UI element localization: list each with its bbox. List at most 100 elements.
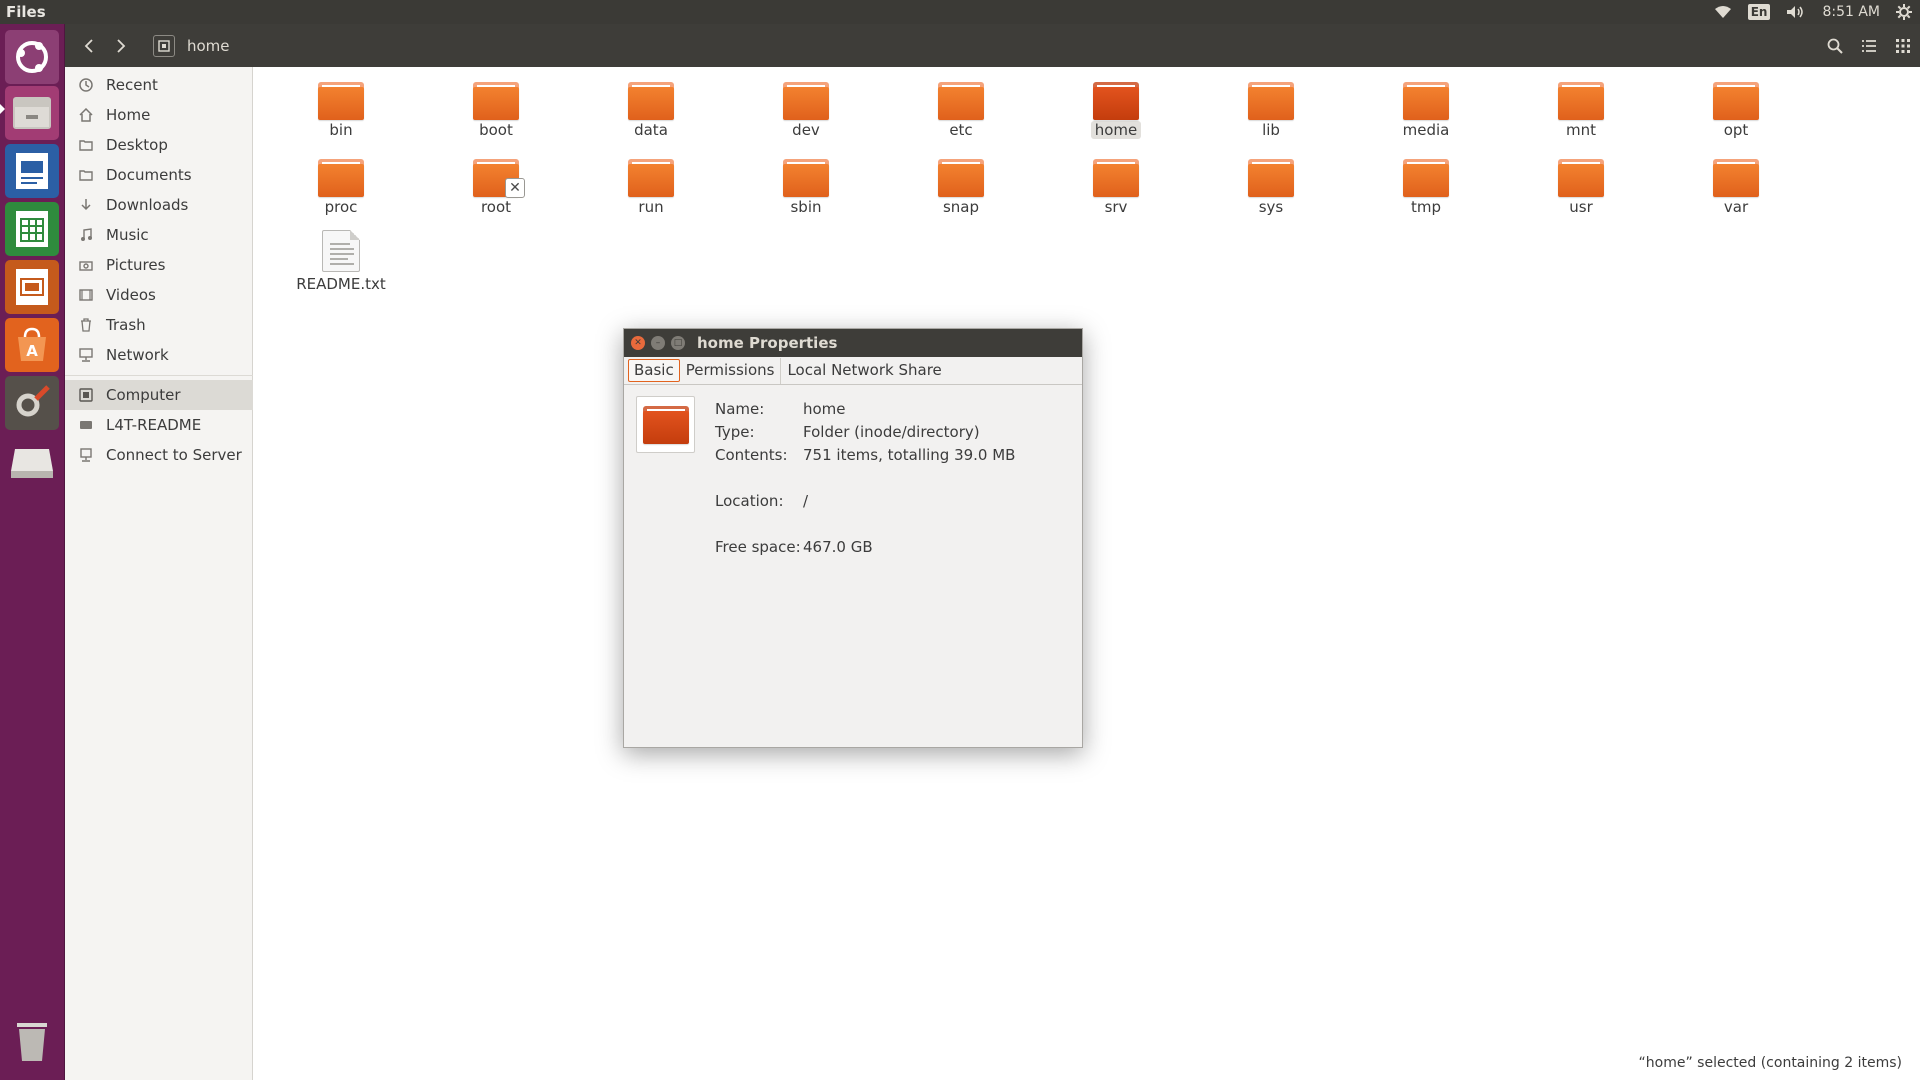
path-root-icon[interactable] [153, 34, 175, 57]
prop-type-row: Type: Folder (inode/directory) [715, 423, 980, 441]
folder-icon [1713, 82, 1759, 120]
path-segment-home[interactable]: home [187, 37, 230, 55]
sidebar-item-documents[interactable]: Documents [65, 160, 253, 190]
folder-item-var[interactable]: var [1676, 144, 1796, 216]
wifi-icon[interactable] [1706, 0, 1740, 24]
tab-basic[interactable]: Basic [628, 359, 680, 382]
folder-icon [1403, 159, 1449, 197]
folder-item-srv[interactable]: srv [1056, 144, 1176, 216]
system-menu-icon[interactable] [1888, 0, 1920, 24]
header-bar: home [65, 24, 1920, 67]
folder-item-bin[interactable]: bin [281, 67, 401, 139]
keyboard-language-icon[interactable]: En [1740, 0, 1779, 24]
sidebar-item-music[interactable]: Music [65, 220, 253, 250]
trash-launcher-icon[interactable] [5, 1014, 59, 1068]
system-settings-icon[interactable] [5, 376, 59, 430]
file-label: var [1723, 198, 1749, 216]
folder-item-mnt[interactable]: mnt [1521, 67, 1641, 139]
video-icon [75, 289, 97, 301]
sidebar-item-label: Computer [106, 386, 181, 404]
libreoffice-calc-icon[interactable] [5, 202, 59, 256]
folder-icon [628, 82, 674, 120]
folder-item-media[interactable]: media [1366, 67, 1486, 139]
folder-item-boot[interactable]: boot [436, 67, 556, 139]
clock[interactable]: 8:51 AM [1814, 0, 1888, 24]
file-label: dev [792, 121, 820, 139]
libreoffice-writer-icon[interactable] [5, 144, 59, 198]
sidebar-item-l4t-readme[interactable]: L4T-README [65, 410, 253, 440]
file-label: root [480, 198, 512, 216]
prop-value: home [803, 400, 846, 418]
folder-item-sys[interactable]: sys [1211, 144, 1331, 216]
prop-value: 467.0 GB [803, 538, 873, 556]
removable-drive-icon[interactable] [5, 434, 59, 488]
close-icon[interactable]: ✕ [631, 336, 645, 350]
app-name: Files [6, 3, 46, 21]
back-button[interactable] [73, 31, 105, 61]
folder-icon [1558, 82, 1604, 120]
file-label: proc [324, 198, 358, 216]
file-label: bin [329, 121, 353, 139]
folder-item-home[interactable]: home [1056, 67, 1176, 139]
sidebar-item-computer[interactable]: Computer [65, 380, 253, 410]
top-panel: Files En 8:51 AM [0, 0, 1920, 24]
folder-item-data[interactable]: data [591, 67, 711, 139]
folder-item-lib[interactable]: lib [1211, 67, 1331, 139]
sidebar-item-label: Recent [106, 76, 158, 94]
sidebar-item-label: Documents [106, 166, 192, 184]
sidebar-item-pictures[interactable]: Pictures [65, 250, 253, 280]
volume-icon[interactable] [1778, 0, 1814, 24]
sidebar-item-label: Trash [106, 316, 146, 334]
file-grid: bin boot data dev etc home lib media mnt… [253, 67, 1920, 1067]
folder-item-proc[interactable]: proc [281, 144, 401, 216]
libreoffice-impress-icon[interactable] [5, 260, 59, 314]
dialog-titlebar[interactable]: ✕ – □ home Properties [624, 329, 1082, 357]
folder-item-usr[interactable]: usr [1521, 144, 1641, 216]
file-label: mnt [1566, 121, 1596, 139]
forward-button[interactable] [105, 31, 137, 61]
dialog-tabs: Basic Permissions Local Network Share [624, 357, 1082, 385]
folder-icon [642, 405, 689, 444]
folder-item-tmp[interactable]: tmp [1366, 144, 1486, 216]
ubuntu-dash-icon[interactable] [5, 30, 59, 84]
file-label: home [1090, 121, 1142, 139]
folder-item-dev[interactable]: dev [746, 67, 866, 139]
sidebar-item-home[interactable]: Home [65, 100, 253, 130]
tab-local-network-share[interactable]: Local Network Share [781, 358, 947, 384]
folder-item-root[interactable]: ✕ root [436, 144, 556, 216]
folder-icon [1093, 159, 1139, 197]
maximize-icon[interactable]: □ [671, 336, 685, 350]
list-view-icon[interactable] [1852, 24, 1886, 67]
locked-emblem-icon: ✕ [505, 178, 525, 198]
camera-icon [75, 259, 97, 271]
search-icon[interactable] [1818, 24, 1852, 67]
sidebar-item-videos[interactable]: Videos [65, 280, 253, 310]
prop-name-row: Name: home [715, 400, 846, 418]
prop-key: Location: [715, 492, 784, 510]
server-icon [75, 448, 97, 462]
sidebar-item-connect-to-server[interactable]: Connect to Server [65, 440, 253, 470]
text-file-icon [322, 230, 360, 272]
folder-item-etc[interactable]: etc [901, 67, 1021, 139]
folder-icon [1093, 82, 1139, 120]
folder-item-opt[interactable]: opt [1676, 67, 1796, 139]
folder-icon [1248, 159, 1294, 197]
sidebar-item-trash[interactable]: Trash [65, 310, 253, 340]
sidebar-item-recent[interactable]: Recent [65, 70, 253, 100]
folder-icon [783, 159, 829, 197]
folder-item-run[interactable]: run [591, 144, 711, 216]
folder-item-sbin[interactable]: sbin [746, 144, 866, 216]
ubuntu-software-icon[interactable]: A [5, 318, 59, 372]
file-label: usr [1569, 198, 1593, 216]
grid-view-icon[interactable] [1886, 24, 1920, 67]
tab-permissions[interactable]: Permissions [680, 358, 782, 384]
sidebar-item-network[interactable]: Network [65, 340, 253, 370]
files-app-icon[interactable] [5, 86, 59, 140]
folder-icon [938, 159, 984, 197]
sidebar-item-downloads[interactable]: Downloads [65, 190, 253, 220]
sidebar-item-desktop[interactable]: Desktop [65, 130, 253, 160]
minimize-icon[interactable]: – [651, 336, 665, 350]
file-label: boot [479, 121, 513, 139]
folder-item-snap[interactable]: snap [901, 144, 1021, 216]
file-item-readme[interactable]: README.txt [281, 221, 401, 293]
